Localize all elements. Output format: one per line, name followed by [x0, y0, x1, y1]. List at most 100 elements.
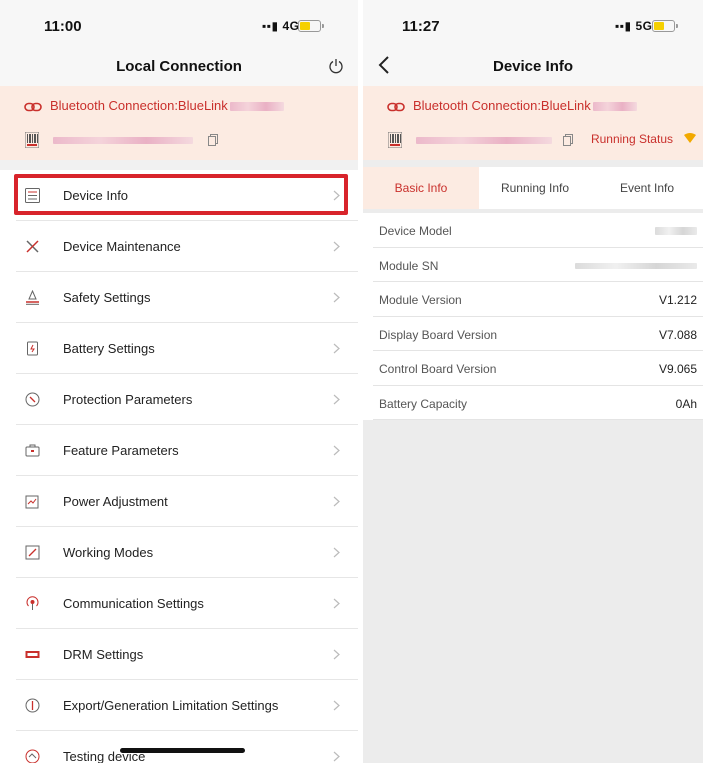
connection-banner: Bluetooth Connection:BlueLink: [0, 86, 358, 160]
info-value: V9.065: [658, 362, 697, 376]
limit-icon: [25, 698, 40, 713]
menu-item-label: Communication Settings: [63, 596, 204, 611]
chevron-right-icon: [333, 292, 340, 303]
connection-line: Bluetooth Connection:BlueLink: [24, 98, 284, 113]
info-row: Display Board Version V7.088: [363, 317, 703, 352]
antenna-icon: [26, 596, 39, 610]
protection-icon: [25, 392, 40, 407]
tools-icon: [26, 240, 39, 253]
network-indicator: ▪▪▮ 4G: [262, 19, 299, 33]
menu-item-drm-settings[interactable]: DRM Settings: [0, 629, 358, 680]
info-key: Display Board Version: [379, 327, 498, 342]
list-icon: [25, 188, 40, 203]
barcode-icon: [388, 132, 402, 148]
info-row: Battery Capacity 0Ah: [363, 386, 703, 421]
tab-running-info[interactable]: Running Info: [479, 167, 591, 209]
menu-item-testing-device[interactable]: Testing device: [0, 731, 358, 763]
info-row: Device Model: [363, 213, 703, 248]
local-connection-screen: 11:00 ▪▪▮ 4G Local Connection Bluetooth …: [0, 0, 358, 763]
menu-item-label: Feature Parameters: [63, 443, 179, 458]
chevron-right-icon: [333, 751, 340, 762]
menu-item-communication-settings[interactable]: Communication Settings: [0, 578, 358, 629]
device-info-screen: 11:27 ▪▪▮ 5G Device Info Bluetooth Conne…: [363, 0, 703, 763]
chevron-right-icon: [333, 445, 340, 456]
page-title: Device Info: [492, 58, 574, 75]
redacted-device-name: [229, 102, 284, 112]
nav-bar: Local Connection: [0, 44, 358, 86]
connection-label: Bluetooth Connection:BlueLink: [413, 98, 591, 113]
menu-item-label: Export/Generation Limitation Settings: [63, 698, 279, 713]
menu-item-safety-settings[interactable]: Safety Settings: [0, 272, 358, 323]
status-bar: 11:27 ▪▪▮ 5G: [363, 0, 703, 44]
info-key: Control Board Version: [379, 362, 497, 376]
info-key: Module SN: [379, 258, 439, 273]
info-row: Module SN: [363, 248, 703, 283]
drm-icon: [25, 651, 40, 658]
battery-status-icon: [652, 20, 678, 32]
redacted-device-model: [655, 227, 697, 235]
power-icon[interactable]: [328, 58, 344, 74]
chevron-right-icon: [333, 700, 340, 711]
network-type: 4G: [282, 19, 300, 33]
menu-item-label: Device Maintenance: [63, 239, 181, 254]
menu-item-export-generation-limitation[interactable]: Export/Generation Limitation Settings: [0, 680, 358, 731]
power-adjust-icon: [25, 495, 39, 509]
battery-status-icon: [298, 20, 324, 32]
copy-icon[interactable]: [208, 134, 218, 146]
menu-item-device-maintenance[interactable]: Device Maintenance: [0, 221, 358, 272]
connection-banner: Bluetooth Connection:BlueLink Running St…: [363, 86, 703, 160]
menu-item-label: Battery Settings: [63, 341, 155, 356]
info-value: 0Ah: [675, 396, 697, 411]
signal-icon: ▪▪▮: [262, 19, 279, 33]
status-time: 11:00: [44, 18, 82, 35]
chevron-right-icon: [333, 649, 340, 660]
chevron-right-icon: [333, 547, 340, 558]
running-status-link[interactable]: Running Status: [591, 132, 673, 146]
copy-icon[interactable]: [563, 134, 573, 146]
battery-icon: [27, 341, 38, 356]
wifi-status-icon: [684, 133, 696, 143]
menu-item-label: Protection Parameters: [63, 392, 193, 407]
menu-item-device-info[interactable]: Device Info: [0, 170, 358, 221]
menu-item-feature-parameters[interactable]: Feature Parameters: [0, 425, 358, 476]
info-key: Device Model: [379, 224, 452, 238]
link-icon: [24, 102, 42, 111]
info-row: Control Board Version V9.065: [363, 351, 703, 386]
menu-item-working-modes[interactable]: Working Modes: [0, 527, 358, 578]
signal-icon: ▪▪▮: [615, 19, 632, 33]
tab-event-info[interactable]: Event Info: [591, 167, 703, 209]
safety-icon: [26, 290, 39, 305]
menu-item-label: Safety Settings: [63, 290, 151, 305]
test-icon: [25, 749, 40, 763]
chevron-right-icon: [333, 394, 340, 405]
redacted-device-name: [592, 102, 637, 112]
barcode-icon: [25, 132, 39, 148]
home-indicator[interactable]: [120, 748, 245, 753]
info-value: V7.088: [658, 327, 697, 342]
chevron-right-icon: [333, 241, 340, 252]
menu-item-power-adjustment[interactable]: Power Adjustment: [0, 476, 358, 527]
network-indicator: ▪▪▮ 5G: [615, 19, 652, 33]
basic-info-list: Device Model Module SN Module Version V1…: [363, 213, 703, 420]
chevron-right-icon: [333, 190, 340, 201]
network-type: 5G: [635, 19, 653, 33]
nav-bar: Device Info: [363, 44, 703, 86]
menu-item-label: Working Modes: [63, 545, 154, 560]
info-key: Module Version: [379, 293, 462, 307]
settings-menu: Device Info Device Maintenance Safety Se…: [0, 170, 358, 763]
page-title: Local Connection: [116, 58, 242, 75]
chevron-right-icon: [333, 598, 340, 609]
info-value: V1.212: [658, 293, 697, 307]
tab-basic-info[interactable]: Basic Info: [363, 167, 479, 209]
briefcase-icon: [25, 444, 40, 457]
section-divider: [0, 160, 358, 170]
connection-line: Bluetooth Connection:BlueLink: [387, 98, 637, 113]
section-divider: [363, 160, 703, 167]
working-modes-icon: [25, 545, 40, 560]
status-time: 11:27: [402, 18, 440, 35]
chevron-right-icon: [333, 343, 340, 354]
menu-item-battery-settings[interactable]: Battery Settings: [0, 323, 358, 374]
menu-item-protection-parameters[interactable]: Protection Parameters: [0, 374, 358, 425]
info-tabs: Basic Info Running Info Event Info: [363, 167, 703, 209]
info-key: Battery Capacity: [379, 396, 468, 411]
